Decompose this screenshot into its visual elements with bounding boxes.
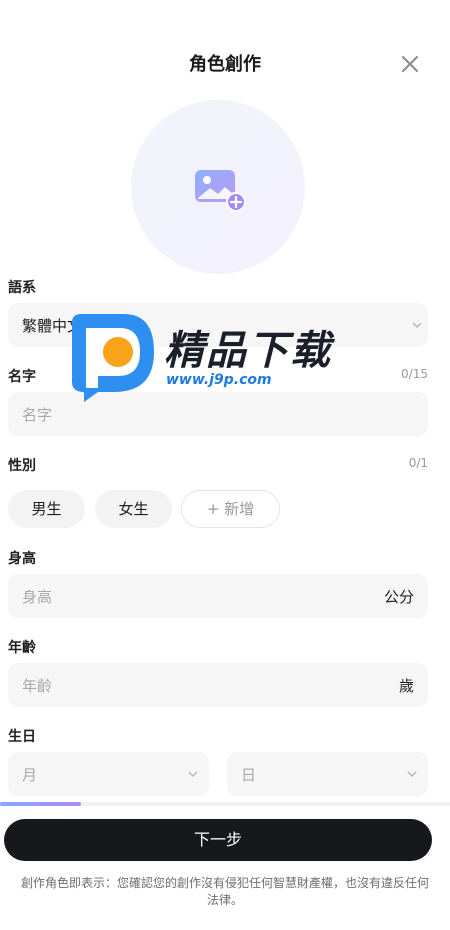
chevron-down-icon [412,322,422,328]
chevron-down-icon [407,771,417,777]
gender-chip-male[interactable]: 男生 [8,490,85,528]
height-label: 身高 [8,551,36,567]
age-label: 年齡 [8,640,36,656]
name-placeholder: 名字 [22,406,53,424]
next-button[interactable]: 下一步 [4,819,432,861]
height-unit: 公分 [383,588,414,606]
height-input[interactable]: 身高 公分 [8,574,428,618]
name-counter: 0/15 [401,367,428,381]
birthday-month-select[interactable]: 月 [8,752,209,796]
day-placeholder: 日 [241,766,257,784]
page-title: 角色創作 [189,54,261,75]
progress-fill [0,802,81,806]
month-placeholder: 月 [22,766,38,784]
watermark-url: www.j9p.com [166,372,272,388]
add-gender-button[interactable]: + 新增 [181,490,280,528]
age-input[interactable]: 年齡 歲 [8,663,428,707]
disclaimer-text: 創作角色即表示：您確認您的創作沒有侵犯任何智慧財產權，也沒有違反任何法律。 [20,876,429,907]
name-label: 名字 [8,369,36,385]
chevron-down-icon [188,771,198,777]
birthday-label: 生日 [8,729,36,745]
close-button[interactable] [396,50,424,78]
watermark: 精品下载 www.j9p.com [64,312,364,402]
gender-label: 性別 [8,458,36,474]
gender-counter: 0/1 [408,456,428,470]
watermark-logo [72,314,154,402]
progress-bar [0,802,450,806]
gender-chip-female[interactable]: 女生 [95,490,172,528]
language-label: 語系 [8,280,36,296]
avatar-upload[interactable] [131,100,305,274]
height-placeholder: 身高 [22,588,53,606]
close-icon[interactable] [396,50,424,78]
birthday-day-select[interactable]: 日 [227,752,428,796]
age-placeholder: 年齡 [22,677,53,695]
add-image-icon [195,170,246,212]
watermark-text: 精品下载 [164,328,332,374]
age-unit: 歲 [398,677,414,695]
